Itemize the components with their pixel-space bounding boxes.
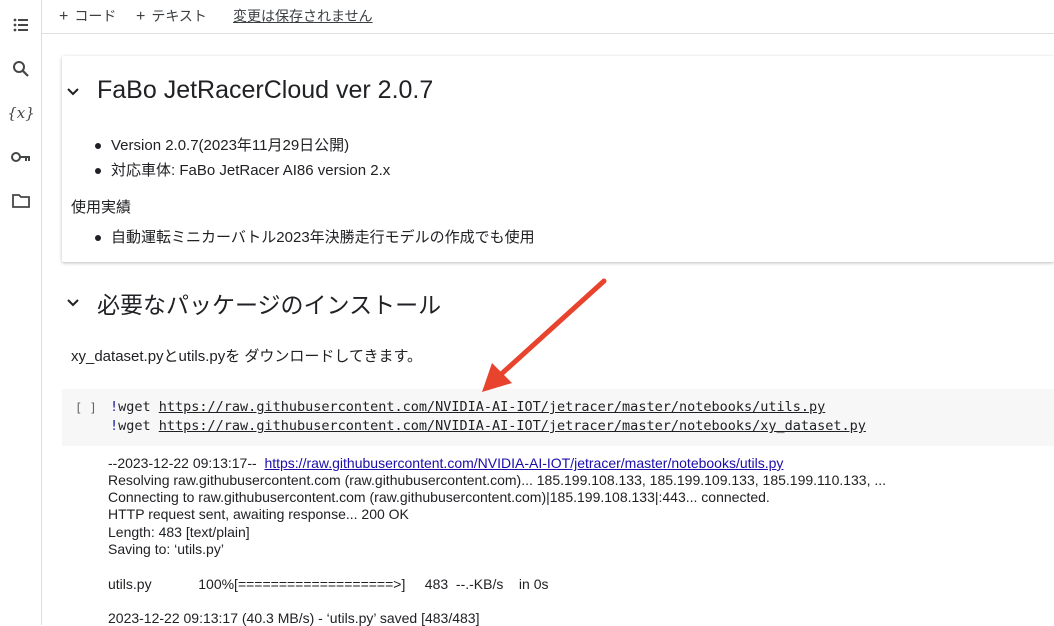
code-url: https://raw.githubusercontent.com/NVIDIA… — [158, 418, 866, 434]
output-line: Length: 483 [text/plain] — [108, 524, 250, 540]
output-line: Resolving raw.githubusercontent.com (raw… — [108, 472, 887, 488]
command-token: wget — [118, 418, 159, 434]
unsaved-changes-link[interactable]: 変更は保存されません — [233, 6, 373, 26]
add-text-label: テキスト — [151, 8, 207, 24]
toc-icon[interactable] — [10, 14, 32, 36]
output-line: --2023-12-22 09:13:17-- https://raw.gith… — [108, 455, 783, 471]
usage-list: 自動運転ミニカーバトル2023年決勝走行モデルの作成でも使用 — [91, 225, 535, 250]
progress-line: utils.py 100%[===================>] 483 … — [108, 576, 549, 592]
list-item: Version 2.0.7(2023年11月29日公開) — [91, 133, 390, 158]
search-icon[interactable] — [10, 58, 32, 80]
plus-icon: + — [136, 8, 146, 25]
key-icon[interactable] — [10, 146, 32, 168]
notebook-title: FaBo JetRacerCloud ver 2.0.7 — [97, 76, 434, 104]
list-item: 自動運転ミニカーバトル2023年決勝走行モデルの作成でも使用 — [91, 225, 535, 250]
section-title: 必要なパッケージのインストール — [97, 292, 442, 318]
plus-icon: + — [59, 8, 69, 25]
add-code-label: コード — [74, 8, 117, 24]
toolbar: + コード + テキスト 変更は保存されません — [42, 0, 1054, 34]
output-line: HTTP request sent, awaiting response... … — [108, 506, 409, 522]
code-line[interactable]: !wget https://raw.githubusercontent.com/… — [110, 399, 825, 415]
section-description: xy_dataset.pyとutils.pyを ダウンロードしてきます。 — [71, 348, 423, 365]
chevron-down-icon[interactable] — [66, 296, 80, 310]
code-url: https://raw.githubusercontent.com/NVIDIA… — [158, 399, 826, 415]
red-arrow-annotation — [482, 278, 607, 392]
chevron-down-icon[interactable] — [66, 85, 80, 99]
add-code-button[interactable]: + コード — [59, 6, 116, 26]
output-link[interactable]: https://raw.githubusercontent.com/NVIDIA… — [264, 455, 783, 471]
add-text-button[interactable]: + テキスト — [136, 6, 207, 26]
run-cell-button[interactable]: [ ] — [75, 401, 97, 415]
output-line: Connecting to raw.githubusercontent.com … — [108, 489, 770, 505]
code-line[interactable]: !wget https://raw.githubusercontent.com/… — [110, 418, 866, 434]
usage-heading: 使用実績 — [71, 199, 132, 216]
output-line: Saving to: ‘utils.py’ — [108, 541, 224, 557]
list-item: 対応車体: FaBo JetRacer AI86 version 2.x — [91, 158, 390, 183]
saved-line: 2023-12-22 09:13:17 (40.3 MB/s) - ‘utils… — [108, 610, 480, 626]
left-sidebar: {x} — [0, 0, 42, 625]
variables-glyph: {x} — [7, 104, 35, 122]
folder-icon[interactable] — [10, 190, 32, 212]
version-list: Version 2.0.7(2023年11月29日公開) 対応車体: FaBo … — [91, 133, 390, 183]
command-token: wget — [118, 399, 159, 415]
output-timestamp: --2023-12-22 09:13:17-- — [108, 455, 265, 471]
variables-icon[interactable]: {x} — [7, 102, 35, 124]
bang-token: ! — [110, 418, 119, 434]
bang-token: ! — [110, 399, 119, 415]
